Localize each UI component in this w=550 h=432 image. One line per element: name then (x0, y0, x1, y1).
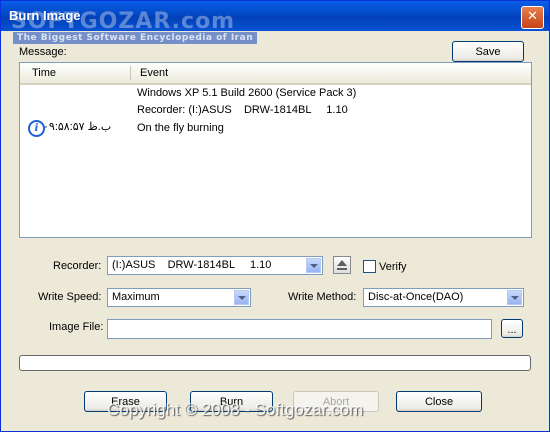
eject-icon (337, 260, 347, 266)
chevron-down-icon[interactable] (306, 258, 321, 273)
column-separator[interactable] (130, 66, 131, 80)
write-method-label: Write Method: (288, 291, 357, 303)
write-speed-label: Write Speed: (38, 291, 102, 303)
burn-button[interactable]: Burn (190, 391, 273, 412)
recorder-value: (I:)ASUS DRW-1814BL 1.10 (112, 259, 272, 271)
recorder-label: Recorder: (53, 260, 102, 272)
message-label: Message: (19, 46, 67, 58)
write-method-value: Disc-at-Once(DAO) (368, 291, 464, 303)
abort-button[interactable]: Abort (293, 391, 379, 412)
column-event[interactable]: Event (140, 67, 168, 79)
event-line-recorder: Recorder: (I:)ASUS DRW-1814BL 1.10 (137, 104, 348, 116)
list-header: Time Event (20, 63, 531, 85)
chevron-down-icon[interactable] (234, 290, 249, 305)
image-file-label: Image File: (49, 321, 104, 333)
window-title: Burn Image (9, 8, 81, 23)
verify-label[interactable]: Verify (379, 261, 407, 273)
burn-image-window: Burn Image SOFTGOZAR.com ✕ The Biggest S… (0, 0, 550, 432)
watermark-tagline: The Biggest Software Encyclopedia of Ira… (13, 32, 258, 44)
burn-progress-bar (19, 355, 531, 371)
image-file-input[interactable] (107, 319, 492, 339)
column-time[interactable]: Time (32, 67, 56, 79)
erase-button[interactable]: Erase (84, 391, 167, 412)
eject-button[interactable] (333, 256, 351, 274)
event-line-os: Windows XP 5.1 Build 2600 (Service Pack … (137, 87, 357, 99)
save-button[interactable]: Save (452, 41, 524, 62)
title-bar[interactable]: Burn Image SOFTGOZAR.com ✕ (1, 1, 549, 34)
event-line-mode: On the fly burning (137, 122, 224, 134)
write-speed-select[interactable]: Maximum (107, 288, 251, 307)
message-list[interactable]: Time Event Windows XP 5.1 Build 2600 (Se… (19, 62, 532, 238)
close-button[interactable]: Close (396, 391, 482, 412)
chevron-down-icon[interactable] (507, 290, 522, 305)
verify-checkbox[interactable] (363, 260, 376, 273)
write-speed-value: Maximum (112, 291, 160, 303)
event-time: ب.ظ ۰۹:۵۸:۵۷ (43, 121, 112, 133)
browse-button[interactable]: ... (501, 319, 523, 338)
close-window-button[interactable]: ✕ (521, 6, 544, 29)
write-method-select[interactable]: Disc-at-Once(DAO) (363, 288, 524, 307)
recorder-select[interactable]: (I:)ASUS DRW-1814BL 1.10 (107, 256, 323, 275)
